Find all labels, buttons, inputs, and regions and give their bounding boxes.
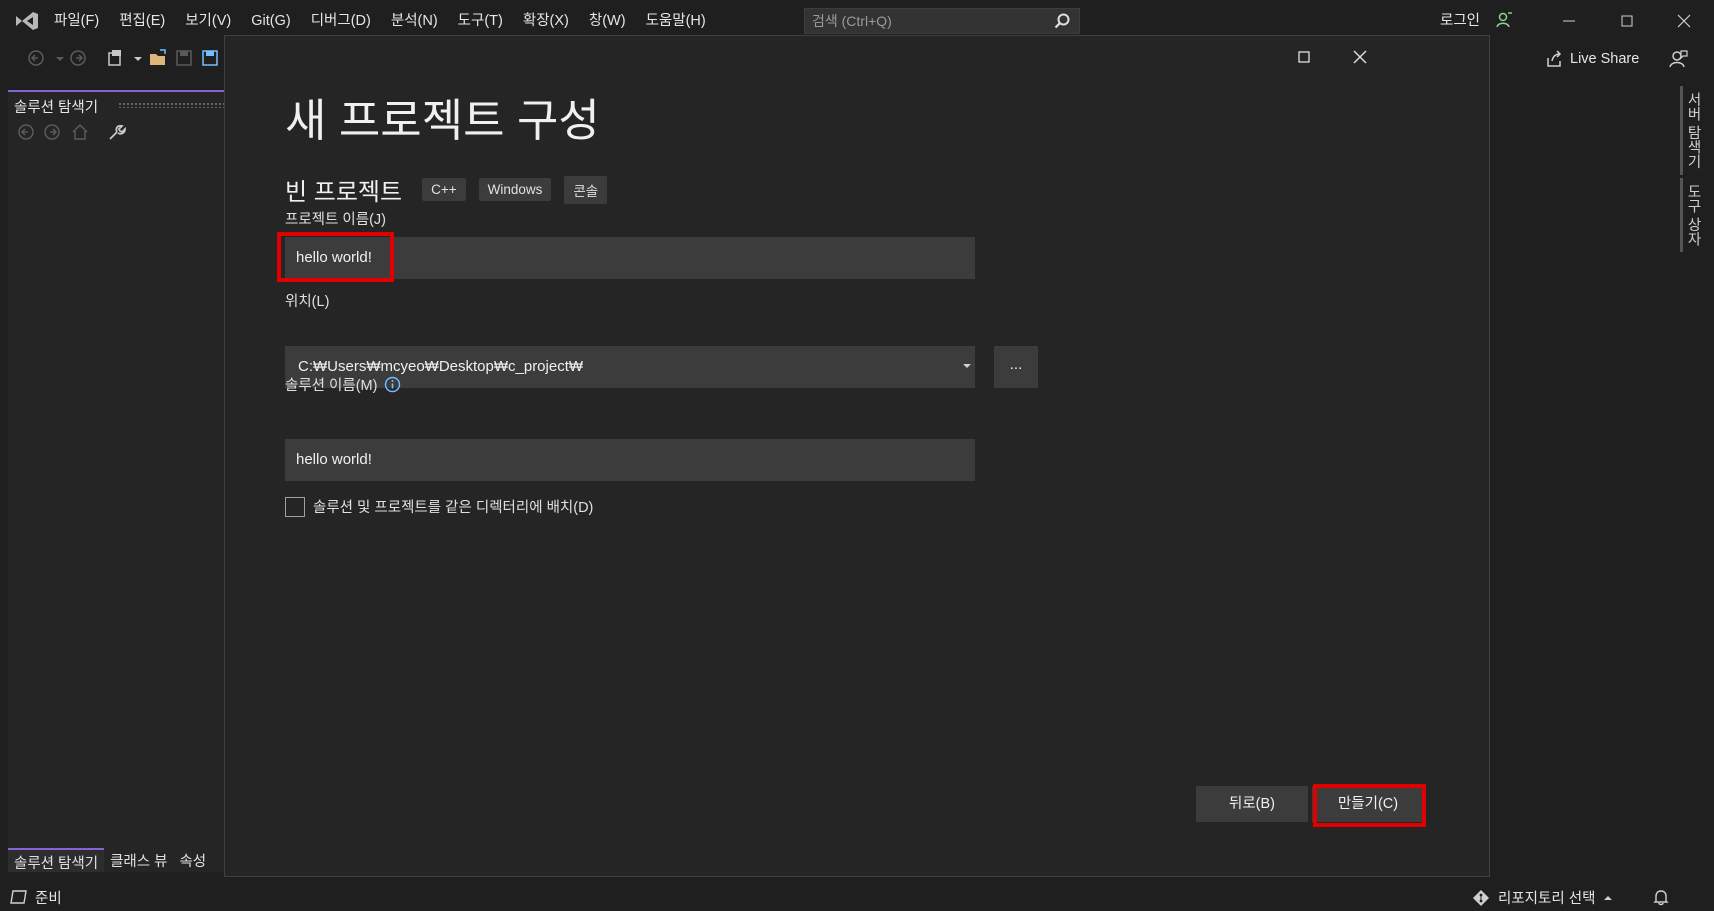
tab-properties[interactable]: 속성 <box>173 848 212 872</box>
solution-name-value: hello world! <box>296 451 372 468</box>
dropdown-caret-icon[interactable] <box>963 364 971 368</box>
template-name: 빈 프로젝트 <box>285 179 403 206</box>
open-folder-icon[interactable] <box>148 48 168 68</box>
new-dropdown-icon[interactable] <box>128 48 148 68</box>
properties-wrench-icon[interactable] <box>106 122 126 142</box>
panel-accent <box>8 90 230 92</box>
home-icon[interactable] <box>70 122 90 142</box>
configure-project-dialog: 새 프로젝트 구성 빈 프로젝트 C++ Windows 콘솔 프로젝트 이름(… <box>224 35 1490 877</box>
maximize-icon[interactable] <box>1293 46 1315 68</box>
feedback-icon[interactable] <box>1668 49 1688 69</box>
account-icon[interactable] <box>1495 11 1513 29</box>
share-icon <box>1547 50 1562 67</box>
project-name-highlight <box>277 232 394 282</box>
new-project-icon[interactable] <box>106 48 126 68</box>
dialog-title: 새 프로젝트 구성 <box>285 95 600 146</box>
menu-file[interactable]: 파일(F) <box>44 0 109 42</box>
live-share-button[interactable]: Live Share <box>1545 44 1639 74</box>
back-dropdown-icon[interactable] <box>50 48 70 68</box>
solution-name-label: 솔루션 이름(M) <box>285 378 378 394</box>
search-input[interactable]: 검색 (Ctrl+Q) <box>804 8 1080 34</box>
same-directory-option[interactable]: 솔루션 및 프로젝트를 같은 디렉터리에 배치(D) <box>285 496 593 517</box>
tab-class-view[interactable]: 클래스 뷰 <box>104 848 173 872</box>
tab-solution-explorer[interactable]: 솔루션 탐색기 <box>8 848 105 872</box>
tag-platform: Windows <box>478 178 552 201</box>
back-icon[interactable] <box>26 48 46 68</box>
status-output-icon <box>10 890 27 904</box>
same-directory-checkbox[interactable] <box>285 496 305 517</box>
live-share-label: Live Share <box>1570 51 1640 67</box>
repository-selector[interactable]: 리포지토리 선택 <box>1472 887 1623 908</box>
browse-button[interactable]: ... <box>994 346 1038 388</box>
minimize-icon[interactable] <box>1556 8 1582 34</box>
back-icon[interactable] <box>16 122 36 142</box>
caret-up-icon <box>1604 895 1613 900</box>
tag-language: C++ <box>422 178 466 201</box>
forward-icon[interactable] <box>42 122 62 142</box>
tab-server-explorer[interactable]: 서버 탐색기 <box>1680 86 1708 175</box>
close-icon[interactable] <box>1349 46 1371 68</box>
status-bar: 준비 리포지토리 선택 <box>0 883 1714 911</box>
save-all-icon[interactable] <box>200 48 220 68</box>
project-name-label: 프로젝트 이름(J) <box>285 212 386 228</box>
panel-bottom-tabs: 솔루션 탐색기 클래스 뷰 속성 <box>8 848 212 872</box>
location-label: 위치(L) <box>285 294 330 310</box>
maximize-icon[interactable] <box>1614 8 1640 34</box>
notification-bell-icon[interactable] <box>1652 888 1670 906</box>
same-directory-label: 솔루션 및 프로젝트를 같은 디렉터리에 배치(D) <box>313 500 594 516</box>
create-button-highlight <box>1313 784 1426 827</box>
menu-edit[interactable]: 편집(E) <box>109 0 175 42</box>
template-row: 빈 프로젝트 C++ Windows 콘솔 <box>285 172 620 207</box>
info-icon[interactable] <box>384 376 401 393</box>
location-value: C:₩Users₩mcyeo₩Desktop₩c_project₩ <box>298 358 584 375</box>
solution-name-label-row: 솔루션 이름(M) <box>285 374 401 395</box>
panel-title: 솔루션 탐색기 <box>14 100 99 116</box>
status-ready-text: 준비 <box>35 891 62 907</box>
tag-project-type: 콘솔 <box>564 175 608 204</box>
solution-name-input[interactable]: hello world! <box>285 439 975 481</box>
search-placeholder: 검색 (Ctrl+Q) <box>812 13 892 29</box>
tab-toolbox[interactable]: 도구 상자 <box>1680 178 1708 253</box>
panel-grip[interactable] <box>118 102 230 108</box>
close-icon[interactable] <box>1671 8 1697 34</box>
git-icon <box>1473 889 1489 906</box>
back-button[interactable]: 뒤로(B) <box>1196 786 1308 822</box>
solution-explorer-panel: 솔루션 탐색기 <box>8 90 230 872</box>
forward-icon[interactable] <box>68 48 88 68</box>
visual-studio-logo-icon <box>16 12 38 30</box>
repository-label: 리포지토리 선택 <box>1498 891 1596 907</box>
search-icon <box>1054 13 1070 29</box>
save-icon[interactable] <box>174 48 194 68</box>
